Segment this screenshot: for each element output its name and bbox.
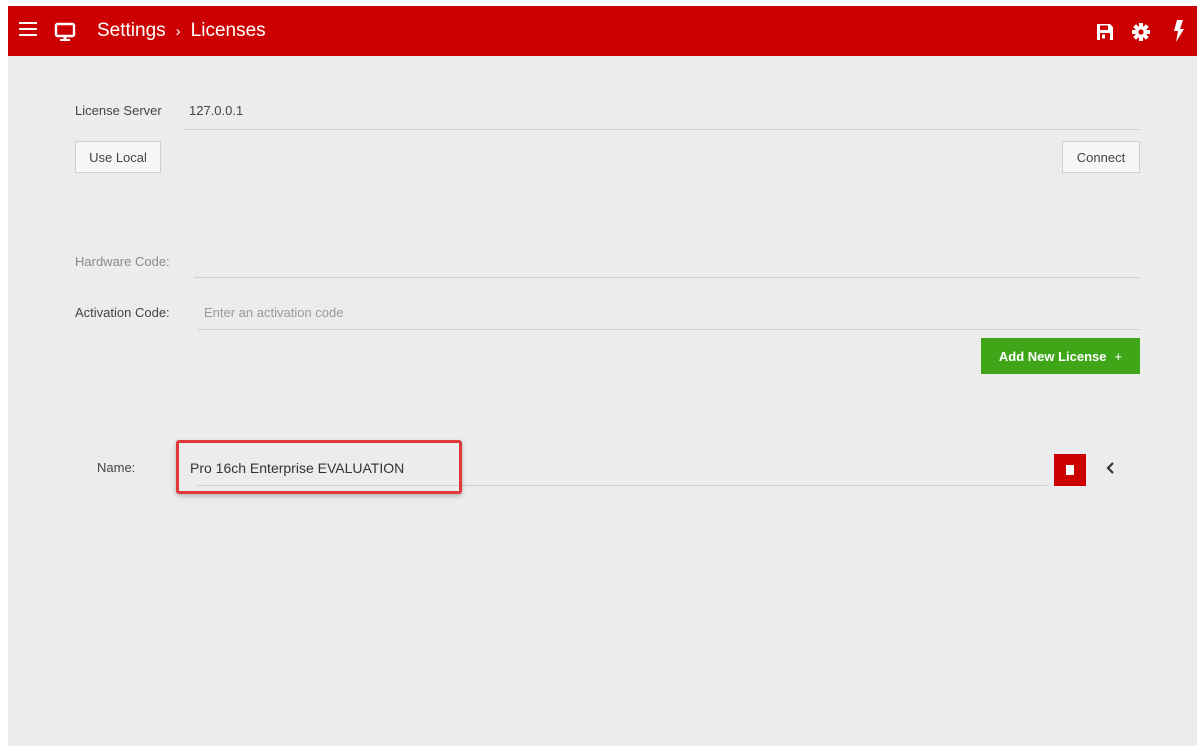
breadcrumb-licenses: Licenses xyxy=(190,20,266,41)
delete-license-button[interactable] xyxy=(1054,454,1086,486)
save-icon[interactable] xyxy=(1095,22,1115,42)
breadcrumb: Settings › Licenses xyxy=(97,20,266,43)
license-server-underline xyxy=(183,129,1140,130)
breadcrumb-separator: › xyxy=(175,23,181,40)
menu-icon[interactable] xyxy=(19,22,37,40)
license-server-field[interactable]: 127.0.0.1 xyxy=(189,103,243,118)
lightning-bolt-icon[interactable] xyxy=(1172,19,1186,43)
activation-code-underline xyxy=(198,329,1140,330)
header-bar: Settings › Licenses xyxy=(8,6,1197,56)
hardware-code-label: Hardware Code: xyxy=(75,254,170,269)
license-name-highlight xyxy=(176,440,462,494)
add-new-license-button[interactable]: Add New License + xyxy=(981,338,1140,374)
use-local-button[interactable]: Use Local xyxy=(75,141,161,173)
app-window: Settings › Licenses License Server 127.0… xyxy=(8,6,1197,746)
license-name-label: Name: xyxy=(97,460,136,475)
breadcrumb-settings[interactable]: Settings xyxy=(97,20,166,41)
activation-code-label: Activation Code: xyxy=(75,305,170,320)
plus-icon: + xyxy=(1114,348,1123,364)
gear-icon[interactable] xyxy=(1130,21,1152,43)
add-new-license-label: Add New License xyxy=(998,348,1107,364)
hardware-code-underline xyxy=(194,277,1140,278)
license-server-label: License Server xyxy=(75,103,162,118)
connect-button[interactable]: Connect xyxy=(1062,141,1140,173)
trash-icon xyxy=(1066,465,1074,475)
monitor-icon[interactable] xyxy=(54,21,76,43)
activation-code-input[interactable] xyxy=(204,302,1134,322)
chevron-left-icon[interactable] xyxy=(1105,460,1117,476)
